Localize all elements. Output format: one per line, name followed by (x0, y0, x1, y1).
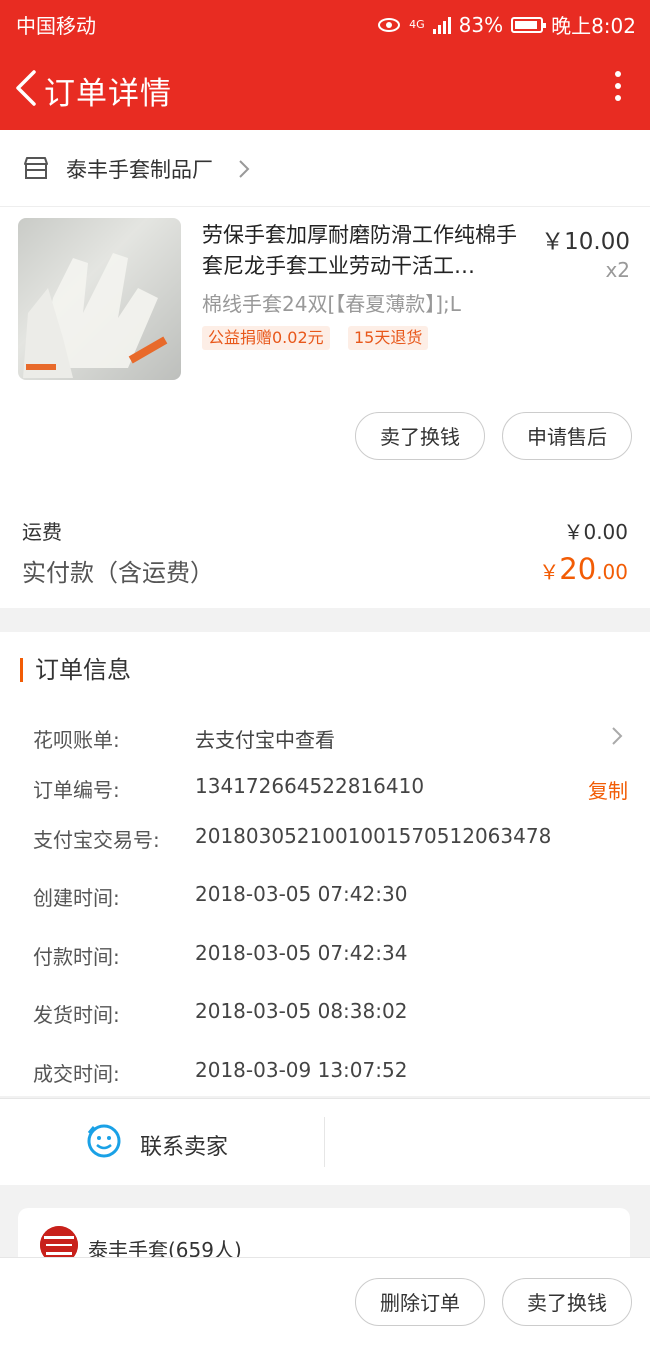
copy-button[interactable]: 复制 (588, 775, 628, 804)
paid-amount-value: ￥20.00 (539, 552, 628, 586)
product-title[interactable]: 劳保手套加厚耐磨防滑工作纯棉手套尼龙手套工业劳动干活工… (202, 220, 534, 282)
battery-percent: 83% (458, 12, 504, 37)
battery-icon (511, 16, 547, 33)
product-price: ￥10.00 (541, 229, 630, 255)
status-bar: 中国移动 4G 83% 晚上8:02 (0, 0, 650, 46)
paid-decimal: .00 (596, 560, 628, 584)
return-policy-tag: 15天退货 (348, 326, 429, 350)
shipping-fee-value: ￥0.00 (563, 520, 628, 544)
alipay-transaction-number: 2018030521001001570512063478 (195, 824, 552, 848)
shipped-time: 2018-03-05 08:38:02 (195, 999, 408, 1023)
info-label-created: 创建时间: (33, 886, 120, 910)
status-icons: 4G 83% 晚上8:02 (377, 10, 636, 39)
clock: 晚上8:02 (551, 14, 636, 38)
delete-order-button[interactable]: 删除订单 (355, 1278, 485, 1326)
paid-time: 2018-03-05 07:42:34 (195, 941, 408, 965)
charity-tag: 公益捐赠0.02元 (202, 326, 330, 350)
after-sales-button[interactable]: 申请售后 (502, 412, 632, 460)
store-icon (24, 157, 48, 179)
order-number: 134172664522816410 (195, 774, 425, 798)
shipping-fee-label: 运费 (22, 520, 62, 544)
divider (324, 1117, 325, 1167)
huabei-link[interactable]: 去支付宝中查看 (195, 724, 335, 753)
chevron-right-icon (239, 160, 250, 178)
sell-for-cash-bottom-button[interactable]: 卖了换钱 (502, 1278, 632, 1326)
shop-row[interactable]: 泰丰手套制品厂 (0, 130, 650, 207)
created-time: 2018-03-05 07:42:30 (195, 882, 408, 906)
product-quantity: x2 (605, 258, 630, 282)
info-label-shipped: 发货时间: (33, 1003, 120, 1027)
nav-bar: 订单详情 (0, 46, 650, 130)
currency-symbol: ￥ (539, 560, 560, 584)
completed-time: 2018-03-09 13:07:52 (195, 1058, 408, 1082)
more-icon[interactable] (612, 68, 624, 108)
info-label-alipay-tx: 支付宝交易号: (33, 828, 160, 852)
shop-name: 泰丰手套制品厂 (66, 158, 213, 182)
signal-icon (432, 16, 451, 34)
product-image[interactable] (18, 218, 181, 380)
contact-seller-label: 联系卖家 (140, 1135, 229, 1160)
eye-icon (378, 17, 401, 32)
paid-integer: 20 (559, 552, 597, 586)
info-label-paid: 付款时间: (33, 945, 120, 969)
chevron-right-icon[interactable] (610, 725, 624, 747)
order-info-title: 订单信息 (20, 658, 131, 682)
sell-for-cash-button[interactable]: 卖了换钱 (355, 412, 485, 460)
info-label-huabei: 花呗账单: (33, 728, 120, 752)
page-title: 订单详情 (44, 76, 172, 112)
chat-smile-icon (87, 1124, 121, 1158)
order-info-card: 订单信息 花呗账单: 去支付宝中查看 订单编号: 134172664522816… (0, 632, 650, 1096)
carrier-label: 中国移动 (16, 14, 96, 38)
glove-image (23, 253, 168, 378)
paid-amount-label: 实付款（含运费） (22, 559, 214, 587)
contact-seller-row[interactable]: 联系卖家 (0, 1098, 650, 1185)
network-label: 4G (409, 18, 425, 31)
info-label-completed: 成交时间: (33, 1062, 120, 1086)
info-label-order-number: 订单编号: (33, 778, 120, 802)
product-sku: 棉线手套24双[【春夏薄款】];L (202, 292, 461, 316)
